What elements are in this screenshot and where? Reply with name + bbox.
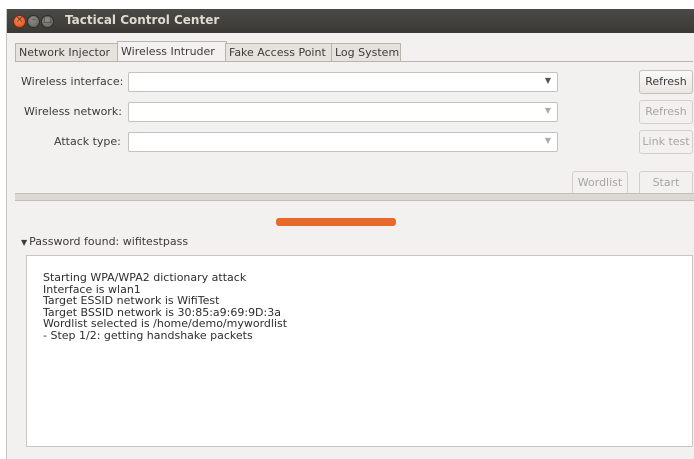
- expander-arrow-icon: ▼: [21, 238, 28, 247]
- log-line: - Step 1/2: getting handshake packets: [43, 328, 253, 342]
- wireless-network-combo[interactable]: ▼: [128, 102, 558, 122]
- close-icon: ×: [15, 15, 24, 25]
- start-button[interactable]: Start: [639, 171, 693, 195]
- close-window-button[interactable]: ×: [13, 15, 26, 28]
- dropdown-arrow-icon: ▼: [544, 136, 551, 145]
- minimize-icon: –: [31, 15, 36, 25]
- app-window: × – □ Tactical Control Center Network In…: [6, 9, 694, 459]
- pane-resize-handle[interactable]: [276, 218, 396, 226]
- tab-wireless-intruder[interactable]: Wireless Intruder: [117, 41, 227, 62]
- maximize-icon: □: [43, 15, 52, 25]
- wordlist-button[interactable]: Wordlist: [572, 171, 628, 195]
- link-test-button[interactable]: Link test: [639, 130, 693, 154]
- password-expander[interactable]: ▼ Password found: wifitestpass: [21, 235, 188, 248]
- log-line: Wordlist selected is /home/demo/mywordli…: [43, 317, 288, 330]
- maximize-window-button[interactable]: □: [41, 15, 54, 28]
- window-title: Tactical Control Center: [65, 13, 220, 27]
- log-lines: Starting WPA/WPA2 dictionary attack Inte…: [43, 272, 287, 341]
- minimize-window-button[interactable]: –: [27, 15, 40, 28]
- refresh-networks-button[interactable]: Refresh: [639, 100, 693, 124]
- password-found-label: Password found: wifitestpass: [29, 235, 189, 248]
- log-output[interactable]: Starting WPA/WPA2 dictionary attack Inte…: [26, 255, 693, 447]
- pane-separator: [15, 193, 694, 201]
- wireless-network-label: Wireless network:: [24, 105, 122, 118]
- dropdown-arrow-icon: ▼: [544, 106, 551, 115]
- attack-type-combo[interactable]: ▼: [128, 132, 558, 152]
- wireless-interface-label: Wireless interface:: [21, 75, 124, 88]
- title-bar: × – □ Tactical Control Center: [7, 9, 694, 33]
- dropdown-arrow-icon: ▼: [544, 76, 551, 85]
- attack-type-label: Attack type:: [54, 135, 121, 148]
- log-line: Starting WPA/WPA2 dictionary attack: [43, 271, 247, 284]
- tab-network-injector[interactable]: Network Injector: [15, 43, 119, 61]
- wireless-interface-combo[interactable]: ▼: [128, 72, 558, 92]
- refresh-interfaces-button[interactable]: Refresh: [639, 70, 693, 94]
- tab-log-system[interactable]: Log System: [331, 43, 401, 61]
- tab-fake-access-point[interactable]: Fake Access Point: [225, 43, 333, 61]
- tab-divider: [15, 61, 693, 62]
- log-line: Target ESSID network is WifiTest: [43, 294, 220, 307]
